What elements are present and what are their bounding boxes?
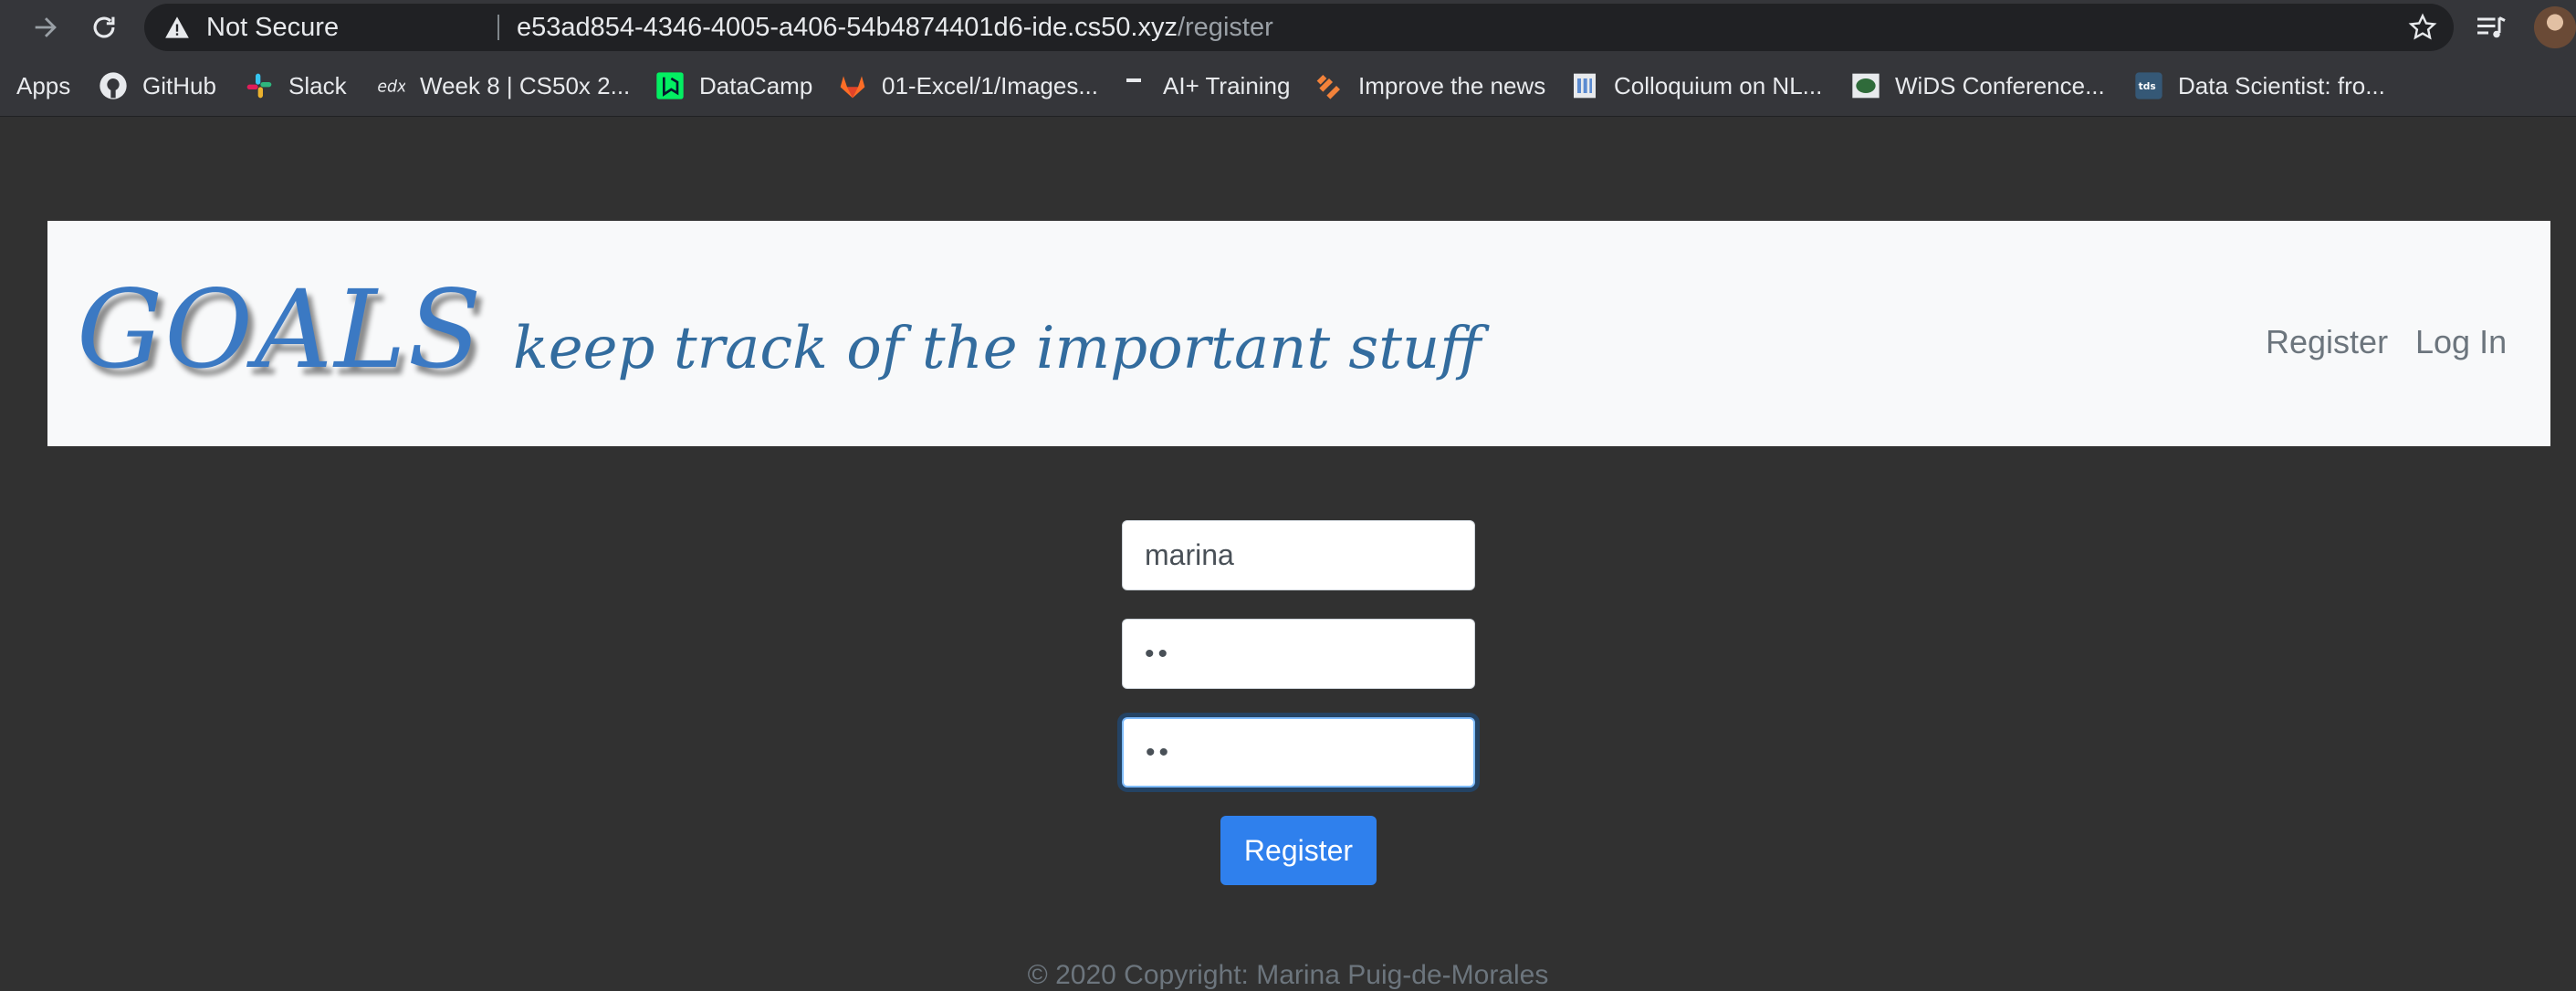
not-secure-label[interactable]: Not Secure bbox=[206, 4, 339, 51]
bookmark-slack[interactable]: Slack bbox=[245, 55, 347, 117]
bookmark-colloquium[interactable]: Colloquium on NL... bbox=[1570, 55, 1822, 117]
address-separator bbox=[497, 15, 499, 40]
bookmark-star-icon[interactable] bbox=[2408, 13, 2437, 42]
url-path: /register bbox=[1177, 13, 1273, 42]
url-host: e53ad854-4346-4005-a406-54b4874401d6-ide… bbox=[517, 13, 1178, 42]
wids-icon bbox=[1852, 73, 1880, 99]
bookmark-tds[interactable]: tds Data Scientist: fro... bbox=[2134, 55, 2385, 117]
address-bar[interactable]: Not Secure e53ad854-4346-4005-a406-54b48… bbox=[144, 4, 2454, 51]
footer-copyright: © 2020 Copyright: Marina Puig-de-Morales bbox=[1027, 960, 1549, 990]
profile-avatar[interactable] bbox=[2534, 6, 2576, 48]
nav-register-link[interactable]: Register bbox=[2266, 323, 2388, 361]
improve-news-icon bbox=[1316, 75, 1340, 99]
username-input[interactable] bbox=[1122, 520, 1475, 590]
reload-icon bbox=[93, 16, 115, 38]
bookmark-improve-news[interactable]: Improve the news bbox=[1314, 55, 1545, 117]
bookmark-gitlab[interactable]: 01-Excel/1/Images... bbox=[838, 55, 1098, 117]
bookmark-label: 01-Excel/1/Images... bbox=[882, 71, 1098, 99]
bookmarks-bar: Apps GitHub Slack edx Week 8 | CS50x 2..… bbox=[0, 55, 2576, 117]
bookmark-label: Apps bbox=[16, 71, 71, 99]
slack-icon bbox=[246, 73, 272, 99]
bookmark-label: Improve the news bbox=[1358, 71, 1546, 99]
bookmark-label: WiDS Conference... bbox=[1895, 71, 2105, 99]
bookmark-label: Data Scientist: fro... bbox=[2178, 71, 2385, 99]
url-text[interactable]: e53ad854-4346-4005-a406-54b4874401d6-ide… bbox=[517, 4, 1273, 51]
password-input[interactable] bbox=[1122, 619, 1475, 689]
gitlab-icon bbox=[840, 76, 865, 99]
bookmark-label: DataCamp bbox=[699, 71, 813, 99]
reading-list-icon[interactable] bbox=[2474, 11, 2508, 44]
browser-toolbar: Not Secure e53ad854-4346-4005-a406-54b48… bbox=[0, 0, 2576, 55]
edx-icon: edx bbox=[377, 78, 405, 97]
svg-text:tds: tds bbox=[2139, 80, 2156, 92]
brand-logo[interactable]: GOALS bbox=[77, 266, 483, 392]
bookmark-datacamp[interactable]: DataCamp bbox=[655, 55, 812, 117]
forward-button[interactable] bbox=[24, 5, 68, 49]
tds-icon: tds bbox=[2135, 72, 2162, 99]
site-navbar: GOALS keep track of the important stuff … bbox=[47, 221, 2550, 446]
datacamp-icon bbox=[656, 72, 684, 99]
register-submit-button[interactable]: Register bbox=[1220, 816, 1377, 885]
bookmark-cs50x[interactable]: edx Week 8 | CS50x 2... bbox=[376, 55, 630, 117]
bookmark-apps[interactable]: Apps bbox=[16, 55, 70, 117]
reload-button[interactable] bbox=[82, 5, 126, 49]
confirm-password-input[interactable] bbox=[1122, 717, 1475, 788]
bookmark-label: GitHub bbox=[142, 71, 216, 99]
forward-arrow-icon bbox=[35, 17, 57, 37]
bookmark-label: Colloquium on NL... bbox=[1614, 71, 1823, 99]
bookmark-label: Week 8 | CS50x 2... bbox=[420, 71, 631, 99]
bookmark-label: Slack bbox=[288, 71, 347, 99]
github-icon bbox=[99, 72, 127, 99]
bookmark-ai-training[interactable]: AI+ Training bbox=[1119, 55, 1290, 117]
nav-login-link[interactable]: Log In bbox=[2415, 323, 2507, 361]
svg-text:edx: edx bbox=[377, 78, 405, 97]
colloquium-icon bbox=[1574, 73, 1596, 99]
bookmark-wids[interactable]: WiDS Conference... bbox=[1851, 55, 2105, 117]
bookmark-github[interactable]: GitHub bbox=[99, 55, 216, 117]
bookmark-label: AI+ Training bbox=[1163, 71, 1291, 99]
warning-triangle-icon[interactable] bbox=[164, 16, 190, 39]
brand-tagline: keep track of the important stuff bbox=[513, 315, 1482, 382]
ai-training-icon bbox=[1126, 78, 1141, 89]
